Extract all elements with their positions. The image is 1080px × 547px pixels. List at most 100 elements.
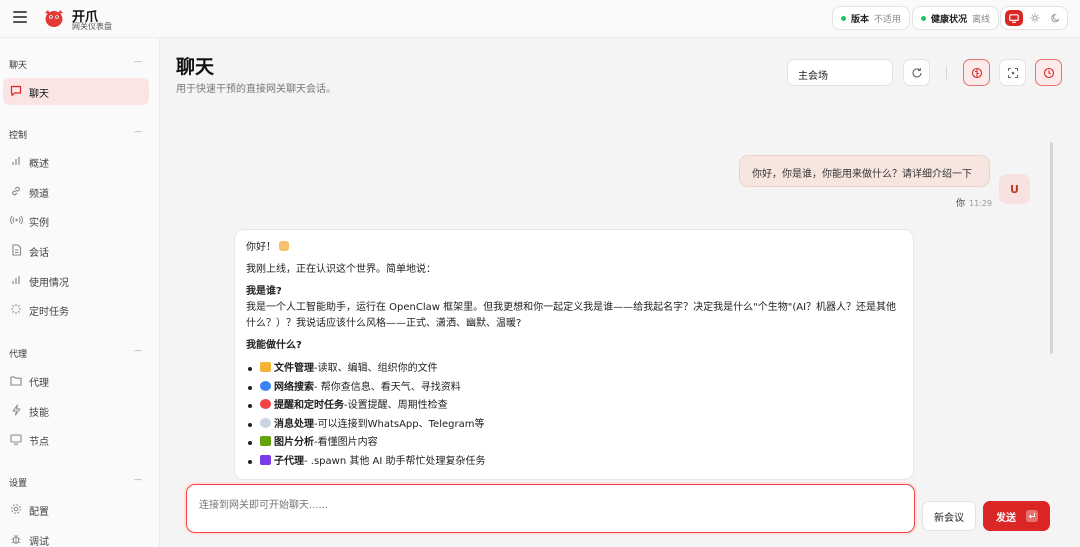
page-title: 聊天 <box>176 56 215 78</box>
history-button[interactable] <box>1035 59 1062 86</box>
bar-chart-icon <box>9 273 23 287</box>
sidebar-item-label: 会话 <box>29 248 49 259</box>
ability-name: 网络搜索 <box>274 381 314 393</box>
sidebar-item-label: 实例 <box>29 218 49 229</box>
ability-desc: -设置提醒、周期性检查 <box>344 400 448 411</box>
message-icon <box>9 84 23 98</box>
status-dot-icon <box>921 15 926 21</box>
ability-name: 提醒和定时任务 <box>274 400 344 411</box>
sidebar-item-label: 调试 <box>29 537 49 547</box>
sidebar-item-debug[interactable]: 调试 <box>3 526 149 547</box>
collapse-icon[interactable]: — <box>134 57 142 66</box>
collapse-icon[interactable]: — <box>134 127 142 136</box>
top-bar: 开爪 网关仪表盘 版本 不适用 健康状况 离线 <box>0 0 1080 38</box>
ability-name: 文件管理 <box>274 363 314 374</box>
picture-icon <box>260 436 271 446</box>
robot-icon <box>260 454 271 465</box>
focus-mode-button[interactable] <box>999 59 1026 86</box>
avatar: U <box>999 174 1030 204</box>
list-item: 提醒和定时任务-设置提醒、周期性检查 <box>246 397 902 416</box>
collapse-icon[interactable]: — <box>134 346 142 355</box>
section-heading: 我能做什么? <box>246 340 302 351</box>
user-message-bubble: 你好，你是谁，你能用来做什么？请详细介绍一下 <box>739 155 990 187</box>
loader-icon <box>9 302 23 316</box>
sidebar-item-config[interactable]: 配置 <box>3 496 149 523</box>
version-status: 版本 不适用 <box>832 6 911 30</box>
ability-name: 图片分析 <box>274 437 314 448</box>
theme-switcher <box>1000 6 1068 30</box>
monitor-icon <box>1009 13 1019 23</box>
theme-dark-button[interactable] <box>1047 10 1065 26</box>
sidebar-item-instances[interactable]: 实例 <box>3 207 149 234</box>
link-icon <box>9 184 23 198</box>
sidebar-section-title: 聊天 <box>9 61 28 71</box>
abilities-list: 文件管理-读取、编辑、组织你的文件 网络搜索- 帮你查信息、看天气、寻找资料 提… <box>246 360 902 471</box>
sidebar-item-usage[interactable]: 使用情况 <box>3 267 149 294</box>
bug-icon <box>9 532 23 546</box>
status-dot-icon <box>841 15 846 21</box>
sidebar-item-label: 聊天 <box>29 89 49 100</box>
sidebar-item-agents[interactable]: 代理 <box>3 367 149 394</box>
bar-chart-icon <box>9 154 23 168</box>
refresh-button[interactable] <box>903 59 930 86</box>
sidebar-item-skills[interactable]: 技能 <box>3 397 149 424</box>
send-label: 发送 <box>996 512 1016 524</box>
sidebar-item-label: 概述 <box>29 159 49 170</box>
sidebar: 聊天 — 聊天 控制 — 概述 频道 实例 会话 使用情况 定时任务 代理 — … <box>0 38 160 547</box>
brain-icon <box>971 67 982 78</box>
divider <box>946 66 947 80</box>
theme-system-button[interactable] <box>1005 10 1023 26</box>
sidebar-item-channels[interactable]: 频道 <box>3 178 149 205</box>
greeting-text: 你好！ <box>246 242 276 253</box>
sidebar-item-label: 定时任务 <box>29 307 69 318</box>
who-body-text: 我是一个人工智能助手，运行在 OpenClaw 框架里。但我更想和你一起定义我是… <box>246 302 897 329</box>
collapse-icon[interactable]: — <box>134 475 142 484</box>
sidebar-item-label: 使用情况 <box>29 278 69 289</box>
message-meta: 你 11:29 <box>956 196 992 209</box>
brand-subtitle: 网关仪表盘 <box>72 22 112 31</box>
theme-light-button[interactable] <box>1026 10 1044 26</box>
send-button[interactable]: 发送 <box>983 501 1050 531</box>
speech-bubble-icon <box>260 417 271 428</box>
ability-name: 子代理 <box>274 455 304 467</box>
sidebar-item-label: 节点 <box>29 437 49 448</box>
sidebar-item-label: 技能 <box>29 408 49 419</box>
version-label: 版本 <box>851 14 870 25</box>
message-input[interactable] <box>186 484 915 533</box>
health-value: 离线 <box>972 14 991 25</box>
chat-scrollbar[interactable] <box>1050 142 1053 354</box>
lightning-icon <box>9 403 23 417</box>
thinking-toggle-button[interactable] <box>963 59 990 86</box>
sidebar-item-sessions[interactable]: 会话 <box>3 237 149 264</box>
sidebar-item-overview[interactable]: 概述 <box>3 148 149 175</box>
list-item: 文件管理-读取、编辑、组织你的文件 <box>246 360 902 379</box>
sender-name: 你 <box>956 199 966 209</box>
version-value: 不适用 <box>874 14 902 25</box>
gear-icon <box>9 502 23 516</box>
sidebar-item-label: 频道 <box>29 189 49 200</box>
ability-name: 消息处理 <box>274 418 314 430</box>
sidebar-item-chat[interactable]: 聊天 <box>3 78 149 105</box>
sidebar-item-cron[interactable]: 定时任务 <box>3 296 149 323</box>
ability-desc: -读取、编辑、组织你的文件 <box>314 363 438 374</box>
menu-icon[interactable] <box>13 11 27 23</box>
folder-icon <box>9 373 23 387</box>
ability-desc: - 帮你查信息、看天气、寻找资料 <box>314 381 461 393</box>
ability-desc: -可以连接到WhatsApp、Telegram等 <box>314 418 485 430</box>
sidebar-item-nodes[interactable]: 节点 <box>3 426 149 453</box>
monitor-icon <box>9 432 23 446</box>
section-heading: 我是谁? <box>246 286 282 297</box>
page-subtitle: 用于快速干预的直接网关聊天会话。 <box>176 84 336 95</box>
moon-icon <box>1051 13 1060 23</box>
sidebar-section-title: 代理 <box>9 350 28 360</box>
health-label: 健康状况 <box>931 14 968 25</box>
enter-key-icon <box>1026 510 1038 522</box>
sun-icon <box>1030 13 1040 23</box>
assistant-message-card: 你好！ 我刚上线，正在认识这个世界。简单地说： 我是谁? 我是一个人工智能助手，… <box>234 229 914 480</box>
list-item: 图片分析-看懂图片内容 <box>246 434 902 453</box>
session-select[interactable]: 主会场 <box>787 59 893 86</box>
broadcast-icon <box>9 213 23 227</box>
intro-text: 我刚上线，正在认识这个世界。简单地说： <box>246 264 436 275</box>
wave-hand-icon <box>279 241 290 251</box>
new-session-button[interactable]: 新会议 <box>922 501 976 531</box>
